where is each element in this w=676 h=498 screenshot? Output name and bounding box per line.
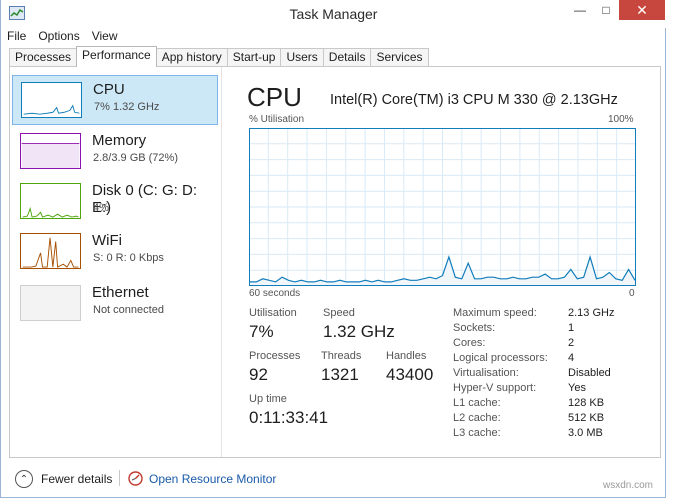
graph-x-left-label: 60 seconds	[249, 288, 301, 299]
task-manager-window: Task Manager — □ ✕ File Options View Pro…	[0, 0, 666, 498]
spec-value-sockets: 1	[568, 322, 575, 334]
spec-value-l2-cache: 512 KB	[568, 412, 605, 424]
minimize-button[interactable]: —	[567, 0, 593, 20]
threads-value: 1321	[321, 365, 359, 384]
graph-y-max-label: 100%	[608, 114, 634, 125]
menu-view[interactable]: View	[86, 28, 124, 46]
spec-value-l1-cache: 128 KB	[568, 397, 605, 409]
tab-processes[interactable]: Processes	[9, 48, 78, 67]
sidebar-sub-memory: 2.8/3.9 GB (72%)	[93, 152, 178, 164]
ethernet-thumbnail-graph	[20, 285, 81, 321]
close-button[interactable]: ✕	[619, 0, 665, 20]
utilisation-value: 7%	[249, 322, 274, 341]
sidebar-item-wifi[interactable]: WiFi S: 0 R: 0 Kbps	[12, 227, 218, 277]
title-bar[interactable]: Task Manager — □ ✕	[1, 0, 666, 28]
sidebar-label-disk: Disk 0 (C: G: D: E:)	[92, 182, 198, 216]
spec-value-l3-cache: 3.0 MB	[568, 427, 603, 439]
speed-value: 1.32 GHz	[323, 322, 395, 341]
menu-file[interactable]: File	[1, 28, 32, 46]
resource-monitor-icon[interactable]	[128, 471, 143, 486]
utilisation-label: Utilisation	[249, 307, 297, 319]
spec-value-max-speed: 2.13 GHz	[568, 307, 615, 319]
tab-performance[interactable]: Performance	[76, 46, 157, 67]
tab-services[interactable]: Services	[370, 48, 429, 67]
threads-label: Threads	[321, 350, 362, 362]
fewer-details-link[interactable]: Fewer details	[41, 472, 112, 486]
wifi-thumbnail-graph	[20, 233, 81, 269]
spec-value-virtualisation: Disabled	[568, 367, 611, 379]
tab-start-up[interactable]: Start-up	[226, 48, 282, 67]
sidebar-sub-cpu: 7% 1.32 GHz	[94, 101, 160, 113]
spec-label-max-speed: Maximum speed:	[453, 307, 537, 319]
disk-thumbnail-graph	[20, 183, 81, 219]
performance-panel: CPU 7% 1.32 GHz Memory 2.8/3.9 GB (72%) …	[9, 66, 661, 458]
open-resource-monitor-link[interactable]: Open Resource Monitor	[149, 472, 276, 486]
watermark-text: wsxdn.com	[602, 480, 653, 491]
spec-value-logical-processors: 4	[568, 352, 575, 364]
spec-label-l1-cache: L1 cache:	[453, 397, 501, 409]
spec-label-l3-cache: L3 cache:	[453, 427, 501, 439]
sidebar-sub-disk: 4%	[93, 202, 109, 214]
spec-label-hyper-v: Hyper-V support:	[453, 382, 537, 394]
sidebar-label-cpu: CPU	[93, 81, 125, 98]
speed-label: Speed	[323, 307, 355, 319]
spec-label-sockets: Sockets:	[453, 322, 496, 334]
spec-label-virtualisation: Virtualisation:	[453, 367, 519, 379]
menu-options[interactable]: Options	[32, 28, 85, 46]
spec-label-l2-cache: L2 cache:	[453, 412, 501, 424]
processes-label: Processes	[249, 350, 301, 362]
cpu-thumbnail-graph	[21, 82, 82, 118]
uptime-value: 0:11:33:41	[249, 408, 329, 427]
tab-details[interactable]: Details	[322, 48, 372, 67]
cpu-utilisation-graph	[249, 128, 636, 286]
handles-label: Handles	[386, 350, 427, 362]
tab-app-history[interactable]: App history	[155, 48, 228, 67]
menu-bar: File Options View	[1, 28, 666, 46]
tab-strip: Processes Performance App history Start-…	[9, 46, 429, 67]
uptime-label: Up time	[249, 393, 287, 405]
sidebar-sub-wifi: S: 0 R: 0 Kbps	[93, 252, 164, 264]
sidebar-divider	[221, 67, 222, 457]
graph-y-label: % Utilisation	[249, 114, 305, 125]
footer-bar: ⌃ Fewer details Open Resource Monitor	[1, 460, 666, 498]
sidebar-item-ethernet[interactable]: Ethernet Not connected	[12, 279, 218, 329]
spec-label-cores: Cores:	[453, 337, 486, 349]
graph-x-right-label: 0	[629, 288, 635, 299]
sidebar-sub-ethernet: Not connected	[93, 304, 164, 316]
sidebar-label-ethernet: Ethernet	[92, 284, 149, 301]
sidebar-item-disk[interactable]: Disk 0 (C: G: D: E:) 4%	[12, 177, 218, 227]
handles-value: 43400	[386, 365, 434, 384]
sidebar-item-cpu[interactable]: CPU 7% 1.32 GHz	[12, 75, 218, 125]
sidebar-label-wifi: WiFi	[92, 232, 122, 249]
spec-value-cores: 2	[568, 337, 575, 349]
detail-title: CPU	[247, 82, 302, 112]
spec-label-logical-processors: Logical processors:	[453, 352, 548, 364]
sidebar-label-memory: Memory	[92, 132, 147, 149]
cpu-model-name: Intel(R) Core(TM) i3 CPU M 330 @ 2.13GHz	[330, 92, 618, 108]
tab-users[interactable]: Users	[280, 48, 324, 67]
maximize-button[interactable]: □	[593, 0, 619, 20]
chevron-up-icon[interactable]: ⌃	[15, 470, 33, 488]
memory-thumbnail-graph	[20, 133, 81, 169]
sidebar-item-memory[interactable]: Memory 2.8/3.9 GB (72%)	[12, 127, 218, 177]
footer-separator	[119, 470, 120, 486]
spec-value-hyper-v: Yes	[568, 382, 586, 394]
processes-value: 92	[249, 365, 268, 384]
